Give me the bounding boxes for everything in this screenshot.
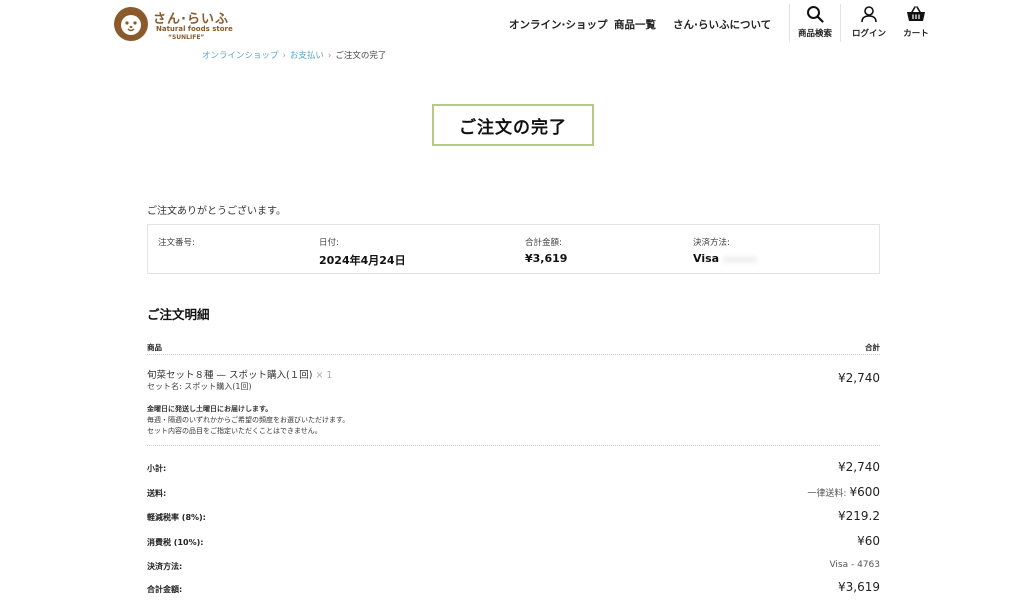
page-title: ご注文の完了 xyxy=(432,104,594,146)
user-icon xyxy=(861,6,877,23)
search-icon xyxy=(807,6,824,23)
logo-tagline: “SUNLIFE” xyxy=(168,34,205,41)
grand-total-label: 合計金額: xyxy=(147,585,183,594)
search-label: 商品検索 xyxy=(797,29,832,39)
order-details-title: ご注文明細 xyxy=(147,307,210,322)
order-number-label: 注文番号: xyxy=(158,238,195,248)
reduced-tax-label: 軽減税率 (8%): xyxy=(147,513,206,522)
product-name[interactable]: 旬菜セット８種 — スポット購入(１回) × 1 xyxy=(147,367,332,381)
product-set-name: セット名: スポット購入(1回) xyxy=(147,382,252,391)
product-quantity: × 1 xyxy=(315,370,333,381)
shipping-value: 一律送料: ¥600 xyxy=(807,485,880,499)
lion-logo-icon xyxy=(114,7,148,41)
payment-method-text: Visa xyxy=(693,252,720,265)
payment-method: 決済方法: Visa xyxy=(693,236,758,265)
nav-products[interactable]: 商品一覧 xyxy=(614,17,656,32)
reduced-tax-value: ¥219.2 xyxy=(838,509,880,523)
site-logo[interactable]: さん·らいふ Natural foods store “SUNLIFE” xyxy=(113,6,233,42)
cart-button[interactable]: カート xyxy=(890,5,942,39)
shipping-prefix: 一律送料: xyxy=(807,489,847,499)
order-number: 注文番号: xyxy=(158,236,195,252)
product-note: 毎週・隔週のいずれかからご希望の頻度をお選びいただけます。 xyxy=(147,416,350,424)
summary-payment-label: 決済方法: xyxy=(147,562,183,571)
column-header-total: 合計 xyxy=(865,343,880,352)
order-overview: 注文番号: 日付: 2024年4月24日 合計金額: ¥3,619 決済方法: … xyxy=(147,224,880,274)
breadcrumb-current: ご注文の完了 xyxy=(335,51,387,61)
summary-payment-value: Visa - 4763 xyxy=(829,560,880,570)
thanks-message: ご注文ありがとうございます。 xyxy=(147,206,286,217)
redacted-mask xyxy=(723,255,758,263)
order-date: 日付: 2024年4月24日 xyxy=(319,236,406,268)
product-note: セット内容の品目をご指定いただくことはできません。 xyxy=(147,427,322,435)
consumption-tax-value: ¥60 xyxy=(857,534,880,548)
login-label: ログイン xyxy=(851,29,886,39)
payment-method-value: Visa xyxy=(693,252,758,265)
cart-icon xyxy=(907,6,925,21)
product-name-text: 旬菜セット８種 — スポット購入(１回) xyxy=(147,370,313,381)
order-date-value: 2024年4月24日 xyxy=(319,254,406,267)
order-total-label: 合計金額: xyxy=(525,238,562,248)
order-date-label: 日付: xyxy=(319,238,339,248)
divider xyxy=(147,445,880,446)
consumption-tax-label: 消費税 (10%): xyxy=(147,538,204,547)
cart-label: カート xyxy=(903,29,929,39)
logo-subtitle: Natural foods store xyxy=(156,25,233,33)
grand-total-value: ¥3,619 xyxy=(838,580,880,594)
nav-online-shop[interactable]: オンライン·ショップ xyxy=(509,17,608,32)
breadcrumb: オンラインショップ › お支払い › ご注文の完了 xyxy=(202,49,386,61)
shipping-amount: ¥600 xyxy=(849,485,880,499)
search-button[interactable]: 商品検索 xyxy=(789,5,841,39)
product-price: ¥2,740 xyxy=(838,371,880,385)
subtotal-value: ¥2,740 xyxy=(838,460,880,474)
breadcrumb-separator: › xyxy=(282,51,286,61)
shipping-label: 送料: xyxy=(147,489,167,498)
column-header-product: 商品 xyxy=(147,343,162,352)
divider xyxy=(147,354,880,355)
product-note: 金曜日に発送し土曜日にお届けします。 xyxy=(147,405,273,413)
subtotal-label: 小計: xyxy=(147,464,167,473)
order-total-value: ¥3,619 xyxy=(525,252,568,265)
nav-about[interactable]: さん·らいふについて xyxy=(673,17,771,32)
order-total: 合計金額: ¥3,619 xyxy=(525,236,567,265)
payment-method-label: 決済方法: xyxy=(693,238,730,248)
breadcrumb-online-shop[interactable]: オンラインショップ xyxy=(202,51,279,61)
breadcrumb-separator: › xyxy=(327,51,332,61)
breadcrumb-payment[interactable]: お支払い xyxy=(290,51,324,61)
login-button[interactable]: ログイン xyxy=(843,5,895,39)
